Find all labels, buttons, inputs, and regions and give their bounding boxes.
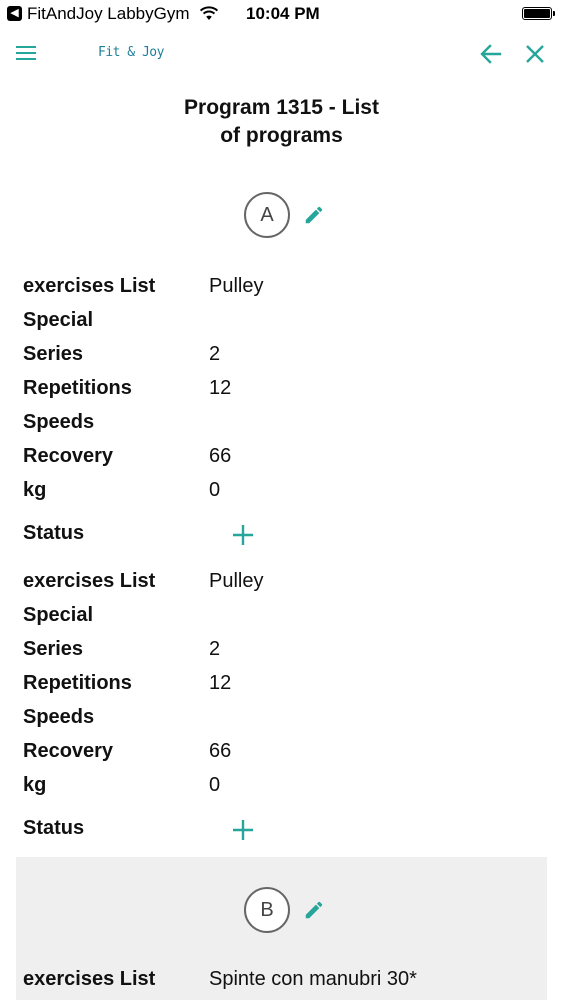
series-label: Series — [23, 638, 84, 660]
group-b-header: B — [0, 887, 563, 943]
speeds-label: Speeds — [23, 411, 95, 433]
repetitions-label: Repetitions — [23, 672, 132, 694]
special-label: Special — [23, 309, 94, 331]
kg-value: 0 — [209, 479, 221, 501]
entry-row-exercises: exercises List Pulley — [0, 570, 563, 604]
group-a-badge[interactable]: A — [244, 192, 290, 238]
entry-row-kg: kg 0 — [0, 479, 563, 513]
kg-label: kg — [23, 774, 47, 796]
entry-row-repetitions: Repetitions 12 — [0, 377, 563, 411]
recovery-value: 66 — [209, 445, 232, 467]
repetitions-label: Repetitions — [23, 377, 132, 399]
status-app-name: FitAndJoy LabbyGym — [27, 4, 190, 23]
entry-row-special: Special — [0, 604, 563, 638]
entry-row-exercises: exercises List Pulley — [0, 275, 563, 309]
wifi-icon — [199, 6, 219, 20]
entry-row-special: Special — [0, 309, 563, 343]
plus-icon[interactable] — [232, 524, 254, 546]
recovery-label: Recovery — [23, 445, 114, 467]
page-title-line-1: Program 1315 - List — [184, 96, 379, 119]
page-title: Program 1315 - List of programs — [0, 94, 563, 150]
entry-row-exercises: exercises List Spinte con manubri 30* — [0, 968, 563, 1002]
entry-row-status: Status — [0, 817, 563, 851]
entry-row-speeds: Speeds — [0, 706, 563, 740]
entry-row-speeds: Speeds — [0, 411, 563, 445]
recovery-value: 66 — [209, 740, 232, 762]
entry-row-kg: kg 0 — [0, 774, 563, 808]
entry-row-status: Status — [0, 522, 563, 556]
series-label: Series — [23, 343, 84, 365]
battery-icon — [522, 7, 555, 20]
entry-row-series: Series 2 — [0, 638, 563, 672]
hamburger-menu-icon[interactable] — [15, 44, 37, 62]
entry-row-recovery: Recovery 66 — [0, 740, 563, 774]
close-icon[interactable] — [522, 41, 548, 67]
exercises-label: exercises List — [23, 275, 156, 297]
back-to-app-icon[interactable]: ◀ — [7, 6, 22, 21]
group-a-header: A — [0, 192, 563, 248]
kg-label: kg — [23, 479, 47, 501]
series-value: 2 — [209, 638, 221, 660]
entry-row-repetitions: Repetitions 12 — [0, 672, 563, 706]
status-label: Status — [23, 522, 85, 544]
exercises-value: Pulley — [209, 570, 264, 592]
exercises-value: Spinte con manubri 30* — [209, 968, 417, 990]
status-label: Status — [23, 817, 85, 839]
plus-icon[interactable] — [232, 819, 254, 841]
group-b-badge[interactable]: B — [244, 887, 290, 933]
exercises-value: Pulley — [209, 275, 264, 297]
brand-title: Fit & Joy — [98, 45, 164, 60]
exercises-label: exercises List — [23, 570, 156, 592]
status-time: 10:04 PM — [246, 4, 320, 23]
exercises-label: exercises List — [23, 968, 156, 990]
pencil-icon[interactable] — [303, 899, 325, 921]
repetitions-value: 12 — [209, 672, 232, 694]
speeds-label: Speeds — [23, 706, 95, 728]
entry-row-series: Series 2 — [0, 343, 563, 377]
page-title-line-2: of programs — [220, 124, 343, 147]
entry-row-recovery: Recovery 66 — [0, 445, 563, 479]
special-label: Special — [23, 604, 94, 626]
recovery-label: Recovery — [23, 740, 114, 762]
status-bar: ◀ FitAndJoy LabbyGym 10:04 PM — [0, 0, 563, 30]
repetitions-value: 12 — [209, 377, 232, 399]
arrow-left-icon[interactable] — [478, 41, 504, 67]
kg-value: 0 — [209, 774, 221, 796]
nav-bar: Fit & Joy — [0, 30, 563, 78]
series-value: 2 — [209, 343, 221, 365]
pencil-icon[interactable] — [303, 204, 325, 226]
